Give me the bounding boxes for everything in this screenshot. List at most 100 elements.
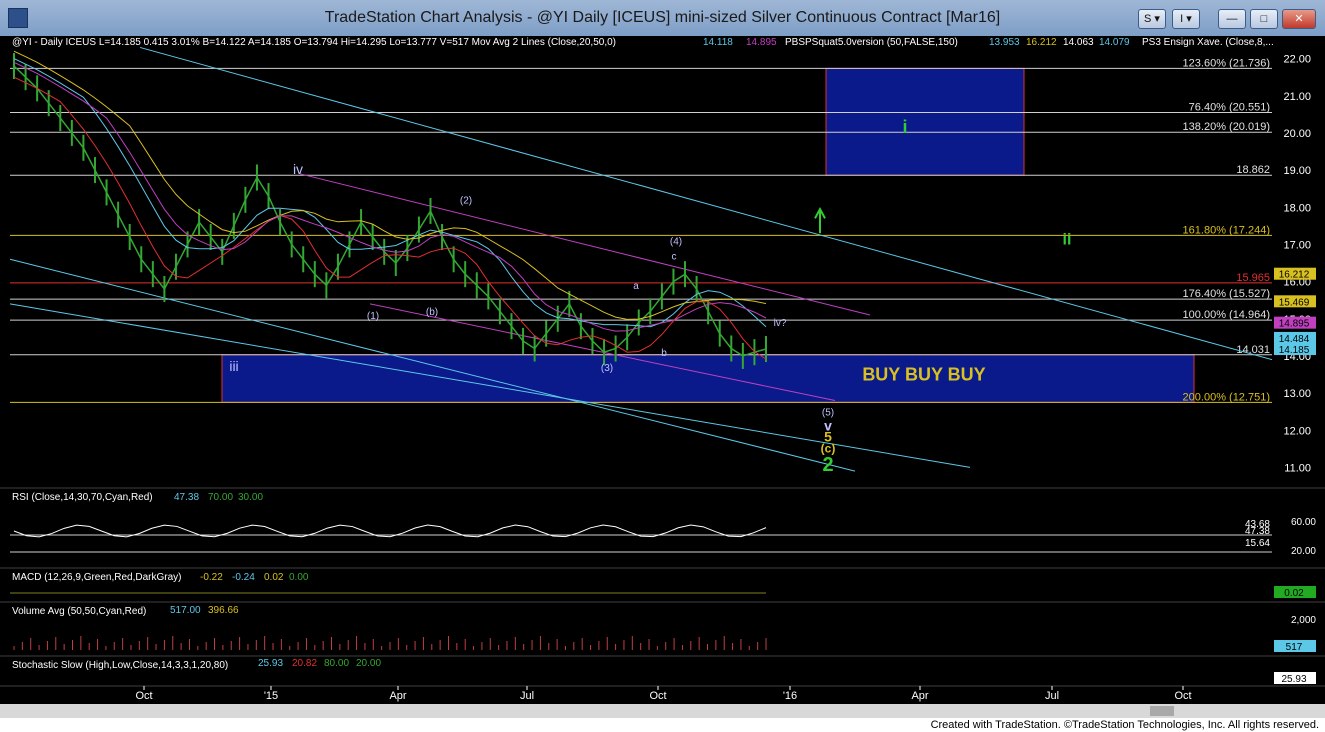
wave-4-label: (4) (670, 236, 682, 247)
wave-2-label: (2) (460, 196, 472, 207)
y-tick-label: 11.00 (1284, 462, 1311, 474)
wave-b-paren-label: (b) (426, 307, 438, 318)
level-label: 76.40% (20.551) (1189, 101, 1270, 113)
y-tick-label: 22.00 (1283, 54, 1311, 66)
level-label: 100.00% (14.964) (1183, 309, 1270, 321)
channel-upper-line (139, 46, 1273, 361)
macd-zero-value: 0.00 (289, 572, 309, 583)
window-titlebar: TradeStation Chart Analysis - @YI Daily … (0, 0, 1325, 37)
x-tick-label: Apr (911, 690, 928, 702)
pbs-value-3: 14.063 (1063, 37, 1094, 48)
y-tick-label: 20.00 (1283, 128, 1311, 140)
close-button[interactable]: ✕ (1282, 9, 1316, 29)
ma-yellow-line (13, 50, 767, 320)
x-tick-label: Oct (649, 690, 666, 702)
y-tick-label: 13.00 (1283, 388, 1311, 400)
copyright-text: Created with TradeStation. ©TradeStation… (930, 719, 1319, 731)
scrollbar-thumb (1150, 706, 1174, 716)
rsi-tick: 60.00 (1291, 517, 1316, 528)
ma50-value: 14.895 (746, 37, 777, 48)
ma-magenta-line (13, 61, 767, 332)
x-tick-label: Jul (1045, 690, 1059, 702)
rsi-upper-value: 70.00 (208, 492, 233, 503)
x-tick-label: '15 (264, 690, 278, 702)
stoch-d-value: 20.82 (292, 658, 317, 669)
price-tag-label: 14.185 (1279, 345, 1310, 356)
level-label: 161.80% (17.244) (1183, 224, 1270, 236)
y-tick-label: 18.00 (1283, 202, 1311, 214)
chart-header-text: @YI - Daily ICEUS L=14.185 0.415 3.01% B… (12, 37, 616, 48)
x-tick-label: Oct (135, 690, 152, 702)
magenta-upper-line (299, 173, 871, 316)
rsi-level-label: 15.64 (1245, 538, 1270, 549)
i-menu-button[interactable]: I ▾ (1172, 9, 1200, 29)
price-line (13, 65, 767, 357)
wave-a-label: a (633, 281, 639, 292)
macd-tag-label: 0.02 (1284, 588, 1304, 599)
level-label: 18.862 (1236, 164, 1270, 176)
status-bar: Created with TradeStation. ©TradeStation… (0, 718, 1325, 732)
volume-label: Volume Avg (50,50,Cyan,Red) (12, 606, 146, 617)
ma-red-line (13, 76, 767, 360)
x-tick-label: Oct (1174, 690, 1191, 702)
rsi-value: 47.38 (174, 492, 199, 503)
level-label: 123.60% (21.736) (1183, 57, 1270, 69)
s-menu-button[interactable]: S ▾ (1138, 9, 1166, 29)
buy-zone (221, 354, 1195, 403)
volume-value: 517.00 (170, 605, 201, 616)
x-tick-label: Jul (520, 690, 534, 702)
level-label: 200.00% (12.751) (1183, 391, 1270, 403)
wave-i-label: i (902, 117, 907, 137)
stoch-k-value: 25.93 (258, 658, 283, 669)
window-title: TradeStation Chart Analysis - @YI Daily … (324, 9, 1001, 26)
price-tag-label: 16.212 (1279, 270, 1310, 281)
pbs-value-4: 14.079 (1099, 37, 1130, 48)
chart-area[interactable]: 123.60% (21.736) 76.40% (20.551) 138.20% (… (0, 36, 1325, 718)
stoch-label: Stochastic Slow (High,Low,Close,14,3,3,1… (12, 660, 228, 671)
wave-c-label: c (672, 251, 677, 262)
y-tick-label: 19.00 (1283, 165, 1311, 177)
wave-ii-label: ii (1063, 231, 1072, 248)
volume-tag-label: 517 (1286, 642, 1303, 653)
wave-3-label: (3) (601, 363, 613, 374)
volume-tick: 2,000 (1291, 615, 1316, 626)
stoch-lower-value: 20.00 (356, 658, 381, 669)
horizontal-scrollbar (0, 704, 1325, 718)
price-tag-label: 15.469 (1279, 297, 1310, 308)
up-arrow-icon (814, 206, 826, 234)
level-label: 176.40% (15.527) (1183, 288, 1270, 300)
buy-annotation: BUY BUY BUY (862, 365, 985, 385)
minimize-button[interactable]: — (1218, 9, 1246, 29)
rsi-lower-value: 30.00 (238, 492, 263, 503)
macd-signal-value: -0.24 (232, 572, 255, 583)
ma-cyan-line (13, 58, 767, 328)
pbs-value-1: 13.953 (989, 37, 1020, 48)
x-tick-label: Apr (389, 690, 406, 702)
target-zone-i (825, 67, 1025, 176)
wave-iv-label: iv (293, 161, 303, 177)
wave-iii-label: iii (229, 358, 238, 374)
volume-avg-value: 396.66 (208, 605, 239, 616)
y-tick-label: 12.00 (1283, 425, 1311, 437)
wave-1-label: (1) (367, 311, 379, 322)
ma20-value: 14.118 (703, 37, 733, 48)
pbs-label: PBSPSquat5.0version (50,FALSE,150) (785, 37, 958, 48)
level-label: 138.20% (20.019) (1183, 121, 1270, 133)
x-tick-label: '16 (783, 690, 797, 702)
pbs-value-2: 16.212 (1026, 37, 1057, 48)
y-tick-label: 21.00 (1283, 91, 1311, 103)
macd-hist-value: 0.02 (264, 572, 284, 583)
wave-b-label: b (661, 348, 667, 359)
wave-2-green-label: 2 (822, 454, 833, 476)
rsi-tick: 20.00 (1291, 546, 1316, 557)
y-tick-label: 17.00 (1283, 239, 1311, 251)
maximize-button[interactable]: □ (1250, 9, 1278, 29)
stoch-tag-label: 25.93 (1281, 674, 1306, 685)
rsi-label: RSI (Close,14,30,70,Cyan,Red) (12, 492, 153, 503)
price-tag-label: 14.895 (1279, 319, 1310, 330)
level-label: 15.965 (1236, 272, 1270, 284)
price-chart[interactable]: 123.60% (21.736) 76.40% (20.551) 138.20% (… (0, 36, 1325, 718)
macd-label: MACD (12,26,9,Green,Red,DarkGray) (12, 572, 182, 583)
stoch-upper-value: 80.00 (324, 658, 349, 669)
macd-value: -0.22 (200, 572, 223, 583)
